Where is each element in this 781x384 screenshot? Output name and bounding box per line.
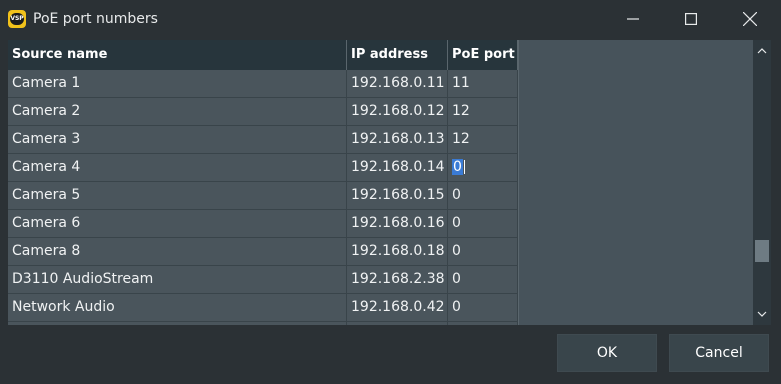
source-name-cell: Camera 4 xyxy=(8,154,347,181)
minimize-button[interactable] xyxy=(610,4,656,34)
window-title: PoE port numbers xyxy=(33,11,158,27)
poe-port-cell[interactable]: 12 xyxy=(448,126,518,153)
scroll-up-button[interactable] xyxy=(753,42,771,60)
source-name-cell: Network Audio xyxy=(8,294,347,321)
scroll-thumb[interactable] xyxy=(755,240,769,262)
column-header-ip-address[interactable]: IP address xyxy=(347,40,448,70)
chevron-down-icon xyxy=(757,311,767,317)
table-row[interactable]: Camera 4 192.168.0.14 0 xyxy=(8,154,518,182)
table-row[interactable]: Camera 1 192.168.0.11 11 xyxy=(8,70,518,98)
poe-port-cell[interactable]: 11 xyxy=(448,70,518,97)
poe-port-cell[interactable]: 0 xyxy=(448,210,518,237)
source-name-cell: D3110 AudioStream xyxy=(8,266,347,293)
source-name-cell xyxy=(8,322,347,325)
title-bar: VSP PoE port numbers xyxy=(0,0,781,38)
table-body: Camera 1 192.168.0.11 11 Camera 2 192.168.0.… xyxy=(8,70,518,325)
poe-port-cell[interactable] xyxy=(448,322,518,325)
scroll-down-button[interactable] xyxy=(753,305,771,323)
poe-port-cell[interactable]: 0 xyxy=(448,294,518,321)
source-name-cell: Camera 5 xyxy=(8,182,347,209)
source-name-cell: Camera 2 xyxy=(8,98,347,125)
chevron-up-icon xyxy=(757,48,767,54)
ip-address-cell: 192.168.0.15 xyxy=(347,182,448,209)
close-icon xyxy=(743,12,757,26)
poe-port-cell[interactable]: 0 xyxy=(448,266,518,293)
table-row[interactable]: D3110 AudioStream 192.168.2.38 0 xyxy=(8,266,518,294)
source-name-cell: Camera 1 xyxy=(8,70,347,97)
text-caret xyxy=(463,160,465,174)
source-name-cell: Camera 6 xyxy=(8,210,347,237)
poe-port-cell[interactable]: 0 xyxy=(448,154,518,181)
source-name-cell: Camera 3 xyxy=(8,126,347,153)
ip-address-cell: 192.168.0.42 xyxy=(347,294,448,321)
poe-port-editor[interactable]: 0 xyxy=(452,159,463,175)
ip-address-cell: 192.168.0.16 xyxy=(347,210,448,237)
poe-port-grid: Source name IP address PoE port Camera 1… xyxy=(8,40,771,325)
source-name-cell: Camera 8 xyxy=(8,238,347,265)
ip-address-cell: 192.168.0.12 xyxy=(347,98,448,125)
ip-address-cell xyxy=(347,322,448,325)
column-header-source-name[interactable]: Source name xyxy=(8,40,347,70)
maximize-icon xyxy=(685,13,697,25)
table-row[interactable]: Network Audio 192.168.0.42 0 xyxy=(8,294,518,322)
table-header: Source name IP address PoE port xyxy=(8,40,518,70)
poe-port-cell[interactable]: 0 xyxy=(448,182,518,209)
table-row[interactable] xyxy=(8,322,518,325)
app-logo-icon: VSP xyxy=(8,10,26,28)
minimize-icon xyxy=(627,18,639,20)
maximize-button[interactable] xyxy=(668,4,714,34)
table-row[interactable]: Camera 5 192.168.0.15 0 xyxy=(8,182,518,210)
ip-address-cell: 192.168.2.38 xyxy=(347,266,448,293)
table-row[interactable]: Camera 3 192.168.0.13 12 xyxy=(8,126,518,154)
vertical-scrollbar[interactable] xyxy=(753,40,771,325)
table-row[interactable]: Camera 8 192.168.0.18 0 xyxy=(8,238,518,266)
poe-port-cell[interactable]: 12 xyxy=(448,98,518,125)
ip-address-cell: 192.168.0.13 xyxy=(347,126,448,153)
ok-button[interactable]: OK xyxy=(557,334,657,372)
column-header-poe-port[interactable]: PoE port xyxy=(448,40,518,70)
ip-address-cell: 192.168.0.18 xyxy=(347,238,448,265)
cancel-button[interactable]: Cancel xyxy=(669,334,769,372)
grid-empty-area xyxy=(518,40,754,325)
ip-address-cell: 192.168.0.14 xyxy=(347,154,448,181)
table-row[interactable]: Camera 2 192.168.0.12 12 xyxy=(8,98,518,126)
close-button[interactable] xyxy=(727,4,773,34)
ip-address-cell: 192.168.0.11 xyxy=(347,70,448,97)
poe-port-cell[interactable]: 0 xyxy=(448,238,518,265)
table-row[interactable]: Camera 6 192.168.0.16 0 xyxy=(8,210,518,238)
app-logo-text: VSP xyxy=(10,13,24,25)
